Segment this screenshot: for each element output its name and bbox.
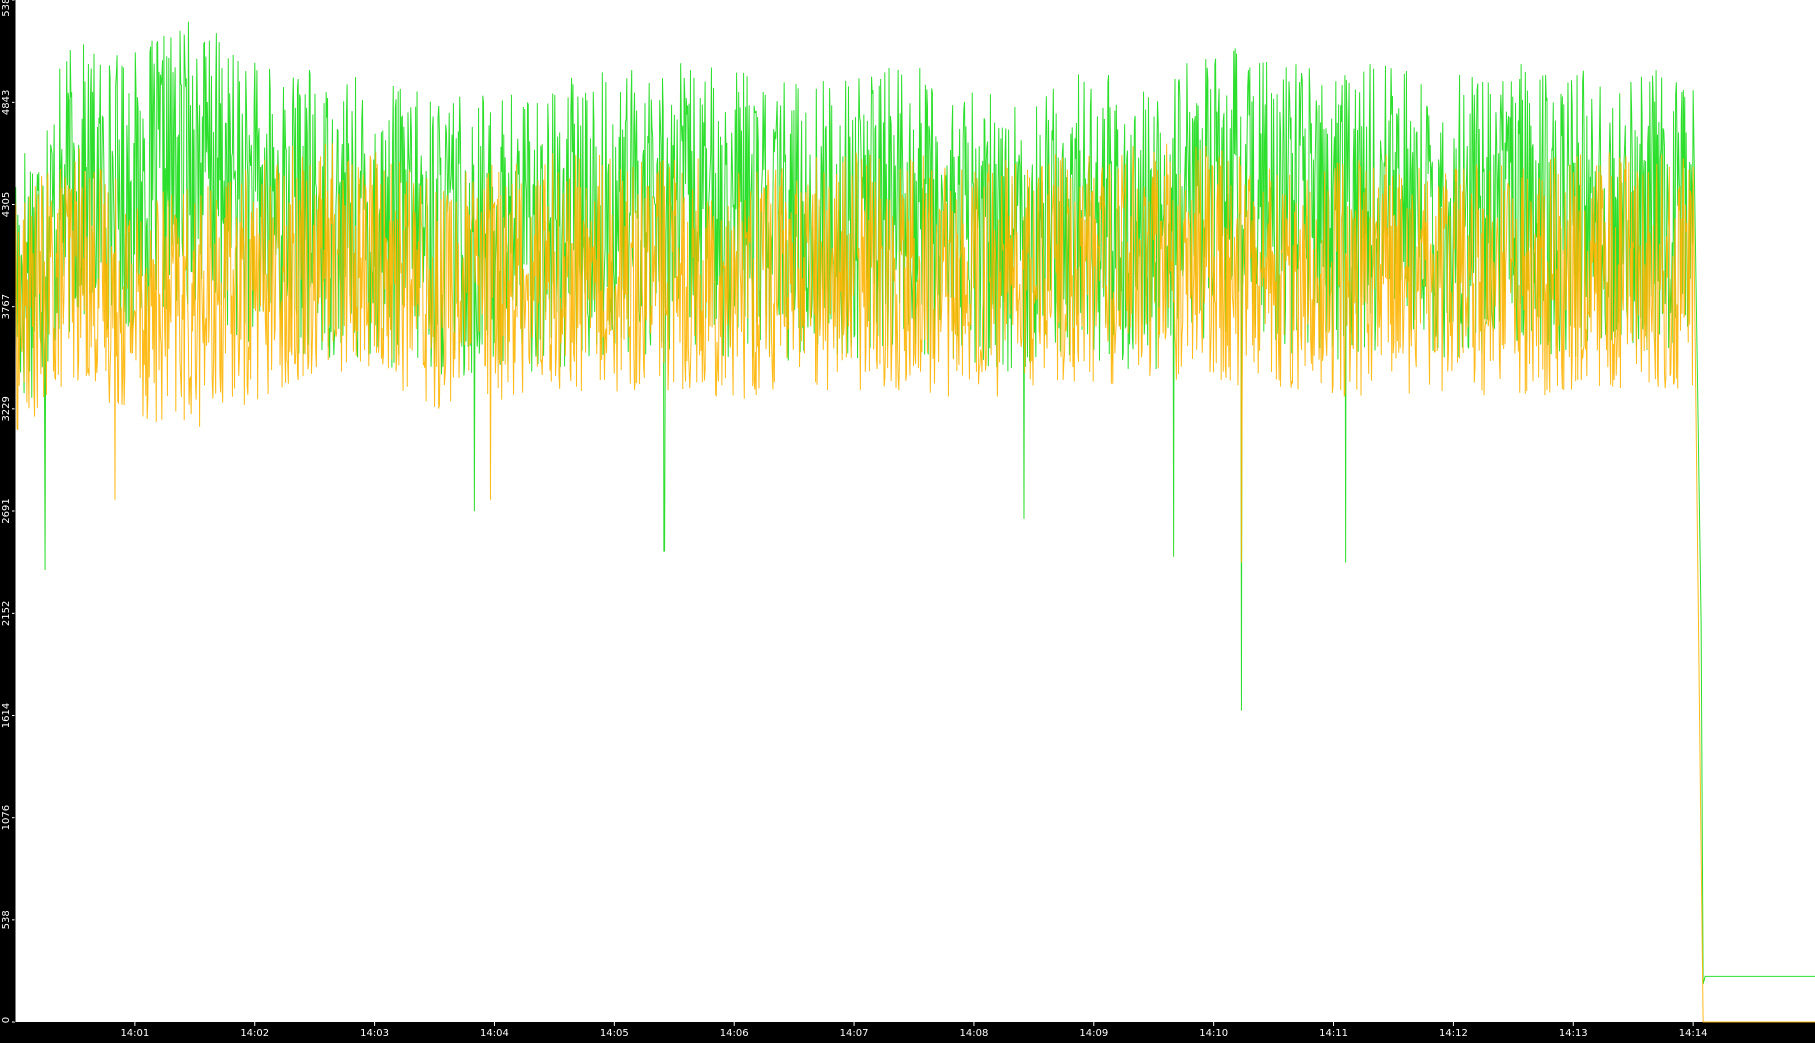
x-tick-label: 14:09: [1079, 1028, 1108, 1039]
x-tick-label: 14:13: [1559, 1028, 1588, 1039]
y-tick-label: 1076: [1, 805, 12, 830]
x-tick-label: 14:11: [1319, 1028, 1348, 1039]
x-tick-label: 14:07: [840, 1028, 869, 1039]
x-tick-label: 14:12: [1439, 1028, 1468, 1039]
x-tick-label: 14:01: [120, 1028, 149, 1039]
y-tick-label: 2152: [1, 601, 12, 626]
y-tick-label: 3229: [1, 396, 12, 421]
y-tick-label: 0: [1, 1017, 12, 1023]
x-tick-label: 14:14: [1679, 1028, 1708, 1039]
y-tick-label: 4843: [1, 90, 12, 115]
y-tick-label: 3767: [1, 294, 12, 319]
line-chart: 0 538 1076 1614 2152 2691 3229 3767 4305 4843 5382…: [0, 0, 1815, 1039]
x-tick-label: 14:02: [240, 1028, 269, 1039]
x-tick-label: 14:10: [1199, 1028, 1228, 1039]
y-tick-label: 4305: [1, 192, 12, 217]
y-tick-label: 2691: [1, 498, 12, 523]
x-tick-label: 14:05: [600, 1028, 629, 1039]
y-tick-label: 5382: [1, 0, 12, 17]
y-tick-label: 538: [1, 910, 12, 929]
x-tick-label: 14:04: [480, 1028, 509, 1039]
y-tick-label: 1614: [1, 703, 12, 728]
x-tick-label: 14:03: [360, 1028, 389, 1039]
chart-svg: 0 538 1076 1614 2152 2691 3229 3767 4305 4843 5382…: [0, 0, 1815, 1039]
x-tick-label: 14:08: [960, 1028, 989, 1039]
x-tick-label: 14:06: [720, 1028, 749, 1039]
